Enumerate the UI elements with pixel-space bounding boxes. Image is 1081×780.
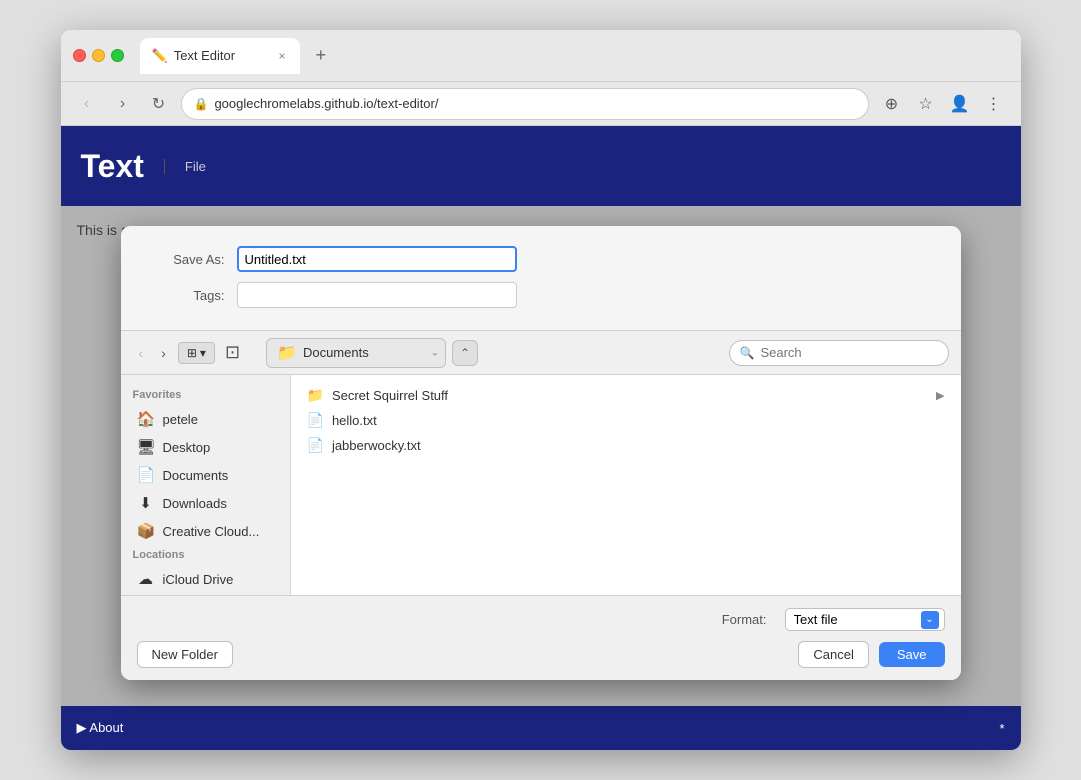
account-icon[interactable]: ⊕ <box>877 89 907 119</box>
tags-input[interactable] <box>237 282 517 308</box>
menu-icon[interactable]: ⋮ <box>979 89 1009 119</box>
location-chevron-icon: ⌄ <box>431 347 439 358</box>
sidebar-item-petele[interactable]: 🏠 petele <box>125 405 286 433</box>
expand-button[interactable]: ⌃ <box>452 340 478 366</box>
star-icon[interactable]: ☆ <box>911 89 941 119</box>
file-label: hello.txt <box>332 413 377 428</box>
search-field: 🔍 <box>729 340 949 366</box>
tab-close-button[interactable]: × <box>276 47 287 65</box>
address-bar: ‹ › ↻ 🔒 googlechromelabs.github.io/text-… <box>61 82 1021 126</box>
lock-icon: 🔒 <box>194 97 209 111</box>
save-dialog: Save As: Tags: ‹ › ⊞ <box>121 226 961 680</box>
desktop-icon: 🖥 <box>137 438 155 456</box>
file-label: jabberwocky.txt <box>332 438 421 453</box>
favorites-section-title: Favorites <box>121 385 290 405</box>
sidebar: Favorites 🏠 petele 🖥 Desktop 📄 <box>121 375 291 595</box>
creative-cloud-icon: 📦 <box>137 522 155 540</box>
app-title: Text <box>81 148 144 185</box>
sidebar-label-creative-cloud: Creative Cloud... <box>163 524 260 539</box>
back-button[interactable]: ‹ <box>73 90 101 118</box>
url-bar[interactable]: 🔒 googlechromelabs.github.io/text-editor… <box>181 88 869 120</box>
file-icon: 📄 <box>307 437 324 454</box>
file-label: Secret Squirrel Stuff <box>332 388 448 403</box>
sidebar-item-downloads[interactable]: ⬇ Downloads <box>125 489 286 517</box>
dialog-header: Save As: Tags: <box>121 226 961 331</box>
save-button[interactable]: Save <box>879 642 945 667</box>
location-selector[interactable]: 📁 Documents ⌄ <box>266 338 446 368</box>
view-icon: ⊞ <box>187 346 197 360</box>
file-icon: 📄 <box>307 412 324 429</box>
app-subtitle: File <box>164 159 206 174</box>
list-item[interactable]: 📄 hello.txt <box>299 408 953 433</box>
tab-icon: ✏️ <box>152 48 168 64</box>
view-toggle-button[interactable]: ⊞ ▾ <box>178 342 215 364</box>
dialog-toolbar: ‹ › ⊞ ▾ ⊡ 📁 Documents ⌄ <box>121 331 961 375</box>
toolbar-back-button[interactable]: ‹ <box>133 341 150 365</box>
search-icon: 🔍 <box>740 346 755 360</box>
cancel-button[interactable]: Cancel <box>798 641 868 668</box>
folder-icon: 📁 <box>307 387 324 404</box>
sidebar-item-creative-cloud[interactable]: 📦 Creative Cloud... <box>125 517 286 545</box>
arrow-icon: ▶ <box>936 389 944 402</box>
app-header: Text File <box>61 126 1021 206</box>
dialog-footer: Format: Text file HTML Markdown ⌄ <box>121 595 961 680</box>
tags-label: Tags: <box>145 288 225 303</box>
format-select-wrapper: Text file HTML Markdown ⌄ <box>785 608 945 631</box>
filename-input[interactable] <box>237 246 517 272</box>
view-chevron-icon: ▾ <box>200 346 206 360</box>
location-label: Documents <box>303 345 369 360</box>
file-list: 📁 Secret Squirrel Stuff ▶ 📄 hello.txt 📄 … <box>291 375 961 595</box>
browser-window: ✏️ Text Editor × + ‹ › ↻ 🔒 googlechromel… <box>61 30 1021 750</box>
new-folder-button[interactable]: New Folder <box>137 641 233 668</box>
format-select[interactable]: Text file HTML Markdown <box>785 608 945 631</box>
format-row: Format: Text file HTML Markdown ⌄ <box>137 608 945 631</box>
icloud-icon: ☁ <box>137 570 155 588</box>
sidebar-item-documents[interactable]: 📄 Documents <box>125 461 286 489</box>
sidebar-label-petele: petele <box>163 412 198 427</box>
dialog-buttons: New Folder Cancel Save <box>137 641 945 668</box>
save-as-field: Save As: <box>145 246 937 272</box>
new-tab-button[interactable]: + <box>308 41 335 70</box>
sidebar-label-desktop: Desktop <box>163 440 211 455</box>
sidebar-label-downloads: Downloads <box>163 496 227 511</box>
profile-icon[interactable]: 👤 <box>945 89 975 119</box>
traffic-lights <box>73 49 124 62</box>
sidebar-label-documents: Documents <box>163 468 229 483</box>
app-footer: ▶ About * <box>61 706 1021 750</box>
toolbar-new-folder-button[interactable]: ⊡ <box>221 338 244 367</box>
format-label: Format: <box>722 612 767 627</box>
title-bar: ✏️ Text Editor × + <box>61 30 1021 82</box>
list-item[interactable]: 📄 jabberwocky.txt <box>299 433 953 458</box>
app-body: This is a n Save As: Tags: <box>61 206 1021 706</box>
toolbar-forward-button[interactable]: › <box>155 341 172 365</box>
browser-tab[interactable]: ✏️ Text Editor × <box>140 38 300 74</box>
sidebar-label-icloud: iCloud Drive <box>163 572 234 587</box>
app-footer-text: ▶ About <box>77 720 124 736</box>
sidebar-item-icloud[interactable]: ☁ iCloud Drive <box>125 565 286 593</box>
tags-field: Tags: <box>145 282 937 308</box>
search-input[interactable] <box>760 345 937 360</box>
maximize-button[interactable] <box>111 49 124 62</box>
list-item[interactable]: 📁 Secret Squirrel Stuff ▶ <box>299 383 953 408</box>
minimize-button[interactable] <box>92 49 105 62</box>
page-content: Text File This is a n Save As: Tags: <box>61 126 1021 750</box>
home-icon: 🏠 <box>137 410 155 428</box>
close-button[interactable] <box>73 49 86 62</box>
modal-overlay: Save As: Tags: ‹ › ⊞ <box>61 206 1021 706</box>
save-as-label: Save As: <box>145 252 225 267</box>
location-folder-icon: 📁 <box>277 343 297 363</box>
app-footer-star: * <box>999 721 1004 736</box>
downloads-icon: ⬇ <box>137 494 155 512</box>
url-text: googlechromelabs.github.io/text-editor/ <box>214 96 438 111</box>
browser-actions: ⊕ ☆ 👤 ⋮ <box>877 89 1009 119</box>
tab-title: Text Editor <box>174 48 271 63</box>
locations-section-title: Locations <box>121 545 290 565</box>
dialog-body: Favorites 🏠 petele 🖥 Desktop 📄 <box>121 375 961 595</box>
documents-icon: 📄 <box>137 466 155 484</box>
refresh-button[interactable]: ↻ <box>145 90 173 118</box>
forward-button[interactable]: › <box>109 90 137 118</box>
sidebar-item-desktop[interactable]: 🖥 Desktop <box>125 433 286 461</box>
